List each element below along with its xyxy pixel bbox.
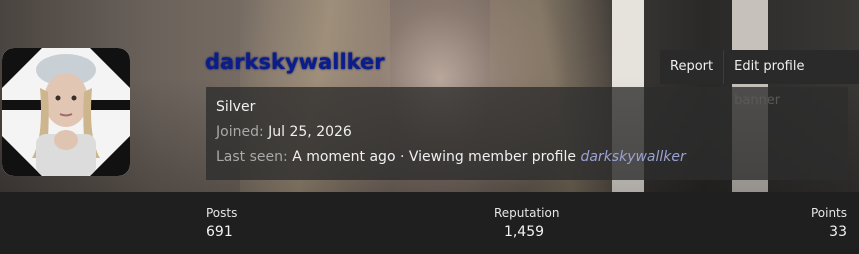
points-count: 33 bbox=[829, 224, 847, 240]
user-rank: Silver bbox=[216, 97, 838, 122]
stat-reputation[interactable]: Reputation 1,459 bbox=[494, 206, 560, 240]
last-seen-row: Last seen: A moment ago · Viewing member… bbox=[216, 147, 838, 172]
joined-label: Joined: bbox=[216, 124, 264, 140]
posts-label: Posts bbox=[206, 206, 238, 220]
joined-date: Jul 25, 2026 bbox=[268, 124, 352, 140]
stat-points[interactable]: Points 33 bbox=[811, 206, 847, 240]
reputation-label: Reputation bbox=[494, 206, 560, 220]
profile-actions: Report Edit profile banner bbox=[660, 50, 859, 108]
posts-count: 691 bbox=[206, 224, 233, 240]
last-seen-user-link[interactable]: darkskywallker bbox=[580, 149, 685, 165]
reputation-count: 1,459 bbox=[503, 224, 545, 240]
points-label: Points bbox=[810, 206, 847, 220]
last-seen-value: A moment ago · Viewing member profile bbox=[292, 149, 577, 165]
report-button[interactable]: Report bbox=[660, 50, 725, 84]
member-profile-header: darkskywallker Report Edit profile banne… bbox=[0, 0, 859, 254]
avatar[interactable] bbox=[2, 48, 130, 176]
last-seen-label: Last seen: bbox=[216, 149, 288, 165]
avatar-photo-icon bbox=[2, 48, 130, 176]
stat-posts[interactable]: Posts 691 bbox=[206, 206, 237, 240]
joined-row: Joined: Jul 25, 2026 bbox=[216, 122, 838, 147]
profile-stats-bar: Posts 691 Reputation 1,459 Points 33 bbox=[0, 192, 859, 254]
profile-info-panel: Silver Joined: Jul 25, 2026 Last seen: A… bbox=[206, 87, 848, 180]
rank-title: Silver bbox=[216, 99, 256, 115]
edit-profile-banner-button[interactable]: Edit profile banner bbox=[724, 50, 859, 108]
username-heading[interactable]: darkskywallker bbox=[205, 50, 385, 74]
